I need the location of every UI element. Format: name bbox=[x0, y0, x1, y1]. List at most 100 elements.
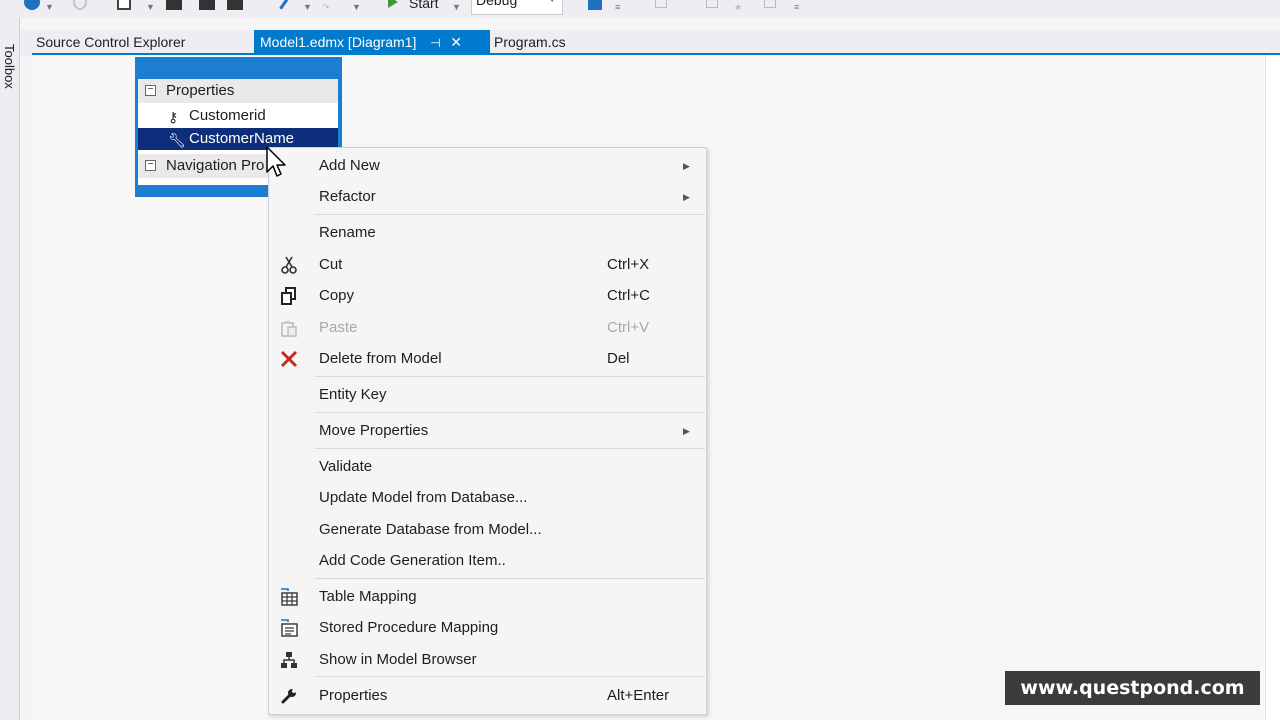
menu-item-move-properties[interactable]: Move Properties ▶ bbox=[269, 416, 706, 446]
dropdown-arrow-icon[interactable]: ▼ bbox=[146, 2, 155, 12]
start-debug-icon[interactable] bbox=[388, 0, 398, 8]
tab-source-control-explorer[interactable]: Source Control Explorer bbox=[30, 30, 191, 54]
menu-shortcut: Ctrl+C bbox=[607, 287, 650, 304]
vertical-scrollbar[interactable] bbox=[1265, 55, 1280, 720]
menu-separator bbox=[315, 448, 705, 449]
entity-property-customerid[interactable]: ⚷ Customerid bbox=[138, 105, 338, 127]
menu-label: Table Mapping bbox=[319, 588, 417, 605]
menu-item-add-new[interactable]: Add New ▶ bbox=[269, 151, 706, 181]
bookmark-icon[interactable] bbox=[706, 0, 718, 8]
save-all-icon[interactable] bbox=[227, 0, 243, 10]
menu-shortcut: Del bbox=[607, 350, 630, 367]
property-label: Customerid bbox=[189, 107, 266, 124]
menu-item-copy[interactable]: Copy Ctrl+C bbox=[269, 281, 706, 311]
menu-label: Properties bbox=[319, 687, 388, 704]
menu-item-table-mapping[interactable]: Table Mapping bbox=[269, 582, 706, 612]
dropdown-arrow-icon[interactable]: ▼ bbox=[45, 2, 54, 12]
menu-item-entity-key[interactable]: Entity Key bbox=[269, 380, 706, 410]
paste-icon bbox=[281, 321, 297, 337]
submenu-arrow-icon: ▶ bbox=[683, 161, 690, 171]
menu-label: Add Code Generation Item.. bbox=[319, 552, 506, 569]
configuration-value: Debug bbox=[476, 0, 518, 8]
menu-item-update-model-from-database[interactable]: Update Model from Database... bbox=[269, 483, 706, 513]
menu-item-rename[interactable]: Rename bbox=[269, 218, 706, 248]
menu-separator bbox=[315, 676, 705, 677]
dropdown-arrow-icon[interactable]: ▼ bbox=[352, 2, 361, 12]
table-mapping-icon bbox=[281, 588, 298, 606]
tab-label: Model1.edmx [Diagram1] bbox=[260, 34, 417, 50]
navigate-forward-icon[interactable] bbox=[73, 0, 87, 10]
menu-separator bbox=[315, 412, 705, 413]
menu-label: Copy bbox=[319, 287, 355, 304]
solution-configuration-select[interactable]: Debug ▼ bbox=[471, 0, 563, 15]
menu-label: Cut bbox=[319, 256, 343, 273]
star-icon[interactable]: ★ bbox=[734, 2, 742, 13]
undo-icon[interactable] bbox=[279, 0, 290, 10]
menu-shortcut: Ctrl+V bbox=[607, 319, 650, 336]
section-label: Properties bbox=[166, 82, 235, 99]
menu-item-cut[interactable]: Cut Ctrl+X bbox=[269, 250, 706, 280]
tab-model1-diagram[interactable]: Model1.edmx [Diagram1] ⊣ ✕ bbox=[254, 30, 490, 54]
start-button[interactable]: Start bbox=[409, 0, 439, 11]
menu-shortcut: Alt+Enter bbox=[607, 687, 670, 704]
menu-label: Refactor bbox=[319, 188, 376, 205]
menu-label: Rename bbox=[319, 224, 376, 241]
toolbox-strip[interactable]: Toolbox bbox=[0, 18, 20, 720]
close-icon[interactable]: ✕ bbox=[450, 30, 464, 55]
context-menu: Add New ▶ Refactor ▶ Rename Cut Ctrl+X C… bbox=[268, 147, 707, 715]
top-toolbar: ▼ ▼ ▼ ↷ ▼ Start ▼ Debug ▼ ≡ ★ ≡ bbox=[0, 0, 1280, 18]
menu-item-paste[interactable]: Paste Ctrl+V bbox=[269, 313, 706, 343]
menu-separator bbox=[315, 214, 705, 215]
redo-icon[interactable]: ↷ bbox=[322, 2, 330, 13]
navigate-back-icon[interactable] bbox=[24, 0, 40, 10]
menu-item-add-code-generation-item[interactable]: Add Code Generation Item.. bbox=[269, 546, 706, 576]
comment-icon[interactable] bbox=[655, 0, 667, 8]
menu-item-refactor[interactable]: Refactor ▶ bbox=[269, 182, 706, 212]
toolbar-options-icon[interactable]: ≡ bbox=[615, 2, 620, 12]
menu-item-stored-procedure-mapping[interactable]: Stored Procedure Mapping bbox=[269, 613, 706, 643]
save-icon[interactable] bbox=[199, 0, 215, 10]
menu-label: Show in Model Browser bbox=[319, 651, 477, 668]
menu-label: Entity Key bbox=[319, 386, 387, 403]
section-label: Navigation Pro bbox=[166, 157, 265, 174]
menu-item-show-in-model-browser[interactable]: Show in Model Browser bbox=[269, 645, 706, 675]
find-icon[interactable] bbox=[588, 0, 602, 10]
watermark: www.questpond.com bbox=[1005, 671, 1260, 705]
menu-label: Validate bbox=[319, 458, 373, 475]
dropdown-arrow-icon[interactable]: ▼ bbox=[303, 2, 312, 12]
collapse-icon[interactable]: − bbox=[145, 85, 156, 96]
toolbar-options-icon[interactable]: ≡ bbox=[794, 2, 799, 12]
key-icon: ⚷ bbox=[168, 109, 179, 125]
menu-label: Update Model from Database... bbox=[319, 489, 528, 506]
new-project-icon[interactable] bbox=[117, 0, 131, 10]
toolbox-label[interactable]: Toolbox bbox=[2, 44, 17, 89]
menu-separator bbox=[315, 376, 705, 377]
menu-item-properties[interactable]: Properties Alt+Enter bbox=[269, 681, 706, 711]
submenu-arrow-icon: ▶ bbox=[683, 192, 690, 202]
property-label: CustomerName bbox=[189, 130, 295, 147]
properties-section-header[interactable]: − Properties bbox=[138, 79, 338, 103]
menu-item-delete-from-model[interactable]: Delete from Model Del bbox=[269, 344, 706, 374]
scissors-icon bbox=[281, 256, 297, 274]
menu-label: Generate Database from Model... bbox=[319, 521, 542, 538]
stored-procedure-mapping-icon bbox=[281, 619, 298, 637]
submenu-arrow-icon: ▶ bbox=[683, 426, 690, 436]
delete-icon bbox=[280, 350, 298, 368]
menu-shortcut: Ctrl+X bbox=[607, 256, 650, 273]
copy-icon bbox=[281, 287, 296, 305]
menu-item-generate-database-from-model[interactable]: Generate Database from Model... bbox=[269, 515, 706, 545]
tab-program-cs[interactable]: Program.cs bbox=[488, 30, 572, 54]
wrench-icon bbox=[281, 689, 296, 704]
chevron-down-icon: ▼ bbox=[548, 0, 556, 4]
menu-label: Move Properties bbox=[319, 422, 429, 439]
collapse-icon[interactable]: − bbox=[145, 160, 156, 171]
menu-label: Paste bbox=[319, 319, 358, 336]
layout-icon[interactable] bbox=[764, 0, 776, 8]
open-file-icon[interactable] bbox=[166, 0, 182, 10]
menu-item-validate[interactable]: Validate bbox=[269, 452, 706, 482]
dropdown-arrow-icon[interactable]: ▼ bbox=[452, 2, 461, 12]
menu-label: Delete from Model bbox=[319, 350, 442, 367]
menu-label: Add New bbox=[319, 157, 380, 174]
tab-label: Program.cs bbox=[494, 34, 566, 50]
menu-separator bbox=[315, 578, 705, 579]
